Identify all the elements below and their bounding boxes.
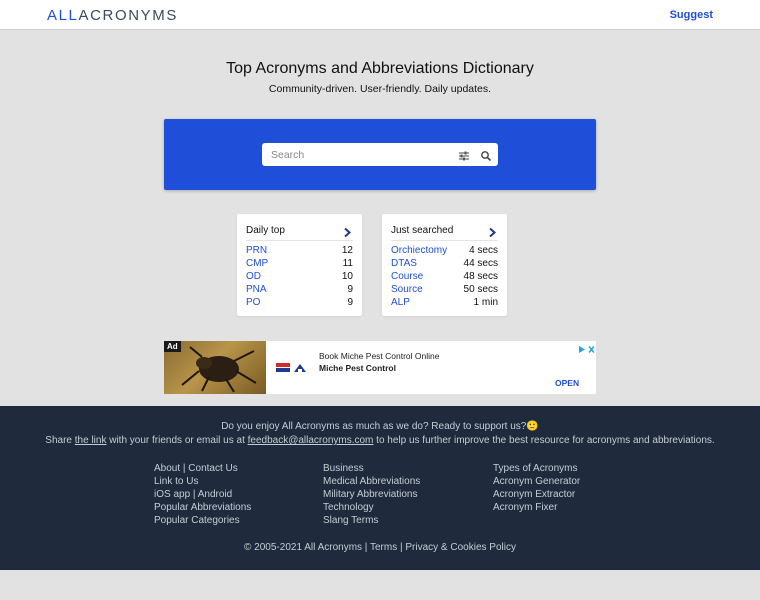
ad-open-button[interactable]: OPEN [555, 378, 579, 388]
logo-rest: ACRONYMS [78, 7, 178, 24]
footer-link[interactable]: Popular Abbreviations [154, 501, 251, 514]
list-item[interactable]: PRN 12 [246, 244, 353, 257]
list-item[interactable]: ALP 1 min [391, 296, 498, 309]
site-logo[interactable]: ALLACRONYMS [47, 7, 178, 24]
acronym-link[interactable]: OD [246, 270, 261, 283]
time-ago: 4 secs [469, 245, 498, 256]
ad-advertiser[interactable]: Miche Pest Control [319, 363, 396, 373]
copyright[interactable]: © 2005-2021 All Acronyms | Terms | Priva… [0, 542, 760, 553]
ad-image[interactable]: Ad [164, 341, 266, 394]
logo-prefix: ALL [47, 7, 79, 24]
page-subtitle: Community-driven. User-friendly. Daily u… [268, 83, 492, 95]
time-ago: 1 min [473, 297, 498, 308]
footer-column-2: Business Medical Abbreviations Military … [323, 462, 420, 527]
ad-badge: Ad [164, 341, 181, 352]
footer-column-1: About | Contact Us Link to Us iOS app | … [154, 462, 251, 527]
count: 12 [341, 245, 353, 256]
sliders-icon[interactable] [458, 149, 470, 161]
footer: Do you enjoy All Acronyms as much as we … [0, 406, 760, 570]
footer-link[interactable]: Acronym Generator [493, 475, 580, 488]
top-bar: ALLACRONYMS Suggest [0, 0, 760, 30]
share-text: with your friends or email us at [106, 435, 248, 446]
adchoices-close-icon[interactable] [577, 341, 596, 353]
feedback-email-link[interactable]: feedback@allacronyms.com [248, 435, 374, 446]
search-input[interactable] [262, 143, 448, 166]
acronym-link[interactable]: ALP [391, 296, 410, 309]
acronym-link[interactable]: PRN [246, 244, 267, 257]
daily-top-list: PRN 12 CMP 11 OD 10 PNA 9 PO 9 [246, 244, 353, 309]
list-item[interactable]: OD 10 [246, 270, 353, 283]
share-text: Share [45, 435, 75, 446]
suggest-link[interactable]: Suggest [670, 9, 713, 21]
time-ago: 44 secs [463, 258, 498, 269]
share-text: to help us further improve the best reso… [373, 435, 715, 446]
share-message: Share the link with your friends or emai… [0, 435, 760, 446]
time-ago: 50 secs [463, 284, 498, 295]
search-panel [164, 119, 596, 190]
footer-link[interactable]: Business [323, 462, 420, 475]
count: 9 [347, 284, 353, 295]
acronym-link[interactable]: CMP [246, 257, 268, 270]
daily-top-card: Daily top PRN 12 CMP 11 OD 10 PNA 9 PO 9 [237, 214, 362, 316]
footer-link[interactable]: Medical Abbreviations [323, 475, 420, 488]
count: 10 [341, 271, 353, 282]
footer-link[interactable]: Acronym Fixer [493, 501, 580, 514]
footer-column-3: Types of Acronyms Acronym Generator Acro… [493, 462, 580, 514]
just-searched-heading: Just searched [391, 225, 454, 236]
time-ago: 48 secs [463, 271, 498, 282]
list-item[interactable]: CMP 11 [246, 257, 353, 270]
list-item[interactable]: Course 48 secs [391, 270, 498, 283]
daily-top-heading: Daily top [246, 225, 285, 236]
search-icon[interactable] [480, 149, 492, 162]
footer-link[interactable]: Types of Acronyms [493, 462, 580, 475]
just-searched-card: Just searched Orchiectomy 4 secs DTAS 44 s… [382, 214, 507, 316]
footer-link[interactable]: Technology [323, 501, 420, 514]
footer-link[interactable]: About | Contact Us [154, 462, 251, 475]
count: 9 [347, 297, 353, 308]
footer-link[interactable]: Slang Terms [323, 514, 420, 527]
support-message: Do you enjoy All Acronyms as much as we … [221, 421, 539, 432]
list-item[interactable]: Source 50 secs [391, 283, 498, 296]
search-box [262, 143, 498, 166]
share-link[interactable]: the link [75, 435, 107, 446]
advertiser-logo [276, 361, 308, 375]
acronym-link[interactable]: PNA [246, 283, 267, 296]
ad-title[interactable]: Book Miche Pest Control Online [319, 351, 439, 361]
chevron-right-icon[interactable] [343, 225, 352, 238]
footer-link[interactable]: Link to Us [154, 475, 251, 488]
list-item[interactable]: Orchiectomy 4 secs [391, 244, 498, 257]
chevron-right-icon[interactable] [488, 225, 497, 238]
acronym-link[interactable]: Source [391, 283, 423, 296]
acronym-link[interactable]: Orchiectomy [391, 244, 447, 257]
acronym-link[interactable]: DTAS [391, 257, 417, 270]
just-searched-list: Orchiectomy 4 secs DTAS 44 secs Course 48 s… [391, 244, 498, 309]
list-item[interactable]: PNA 9 [246, 283, 353, 296]
ad-banner[interactable]: Ad Book Miche Pest Control Online Miche … [164, 341, 596, 394]
footer-link[interactable]: iOS app | Android [154, 488, 251, 501]
acronym-link[interactable]: PO [246, 296, 260, 309]
list-item[interactable]: PO 9 [246, 296, 353, 309]
page-title: Top Acronyms and Abbreviations Dictionar… [226, 60, 534, 77]
card-divider [391, 240, 498, 241]
footer-link[interactable]: Military Abbreviations [323, 488, 420, 501]
footer-link[interactable]: Popular Categories [154, 514, 251, 527]
footer-link[interactable]: Acronym Extractor [493, 488, 580, 501]
list-item[interactable]: DTAS 44 secs [391, 257, 498, 270]
acronym-link[interactable]: Course [391, 270, 423, 283]
card-divider [246, 240, 353, 241]
count: 11 [342, 258, 353, 269]
